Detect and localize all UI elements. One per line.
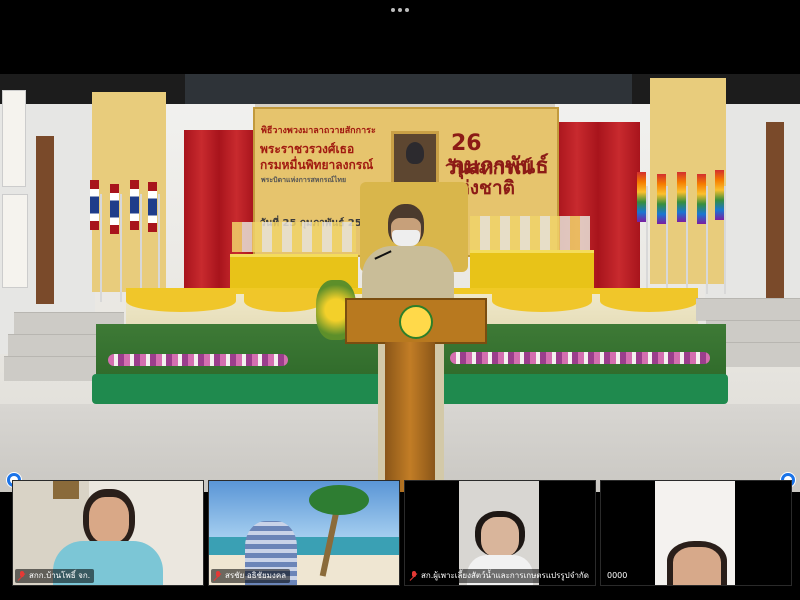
speaker-body [362,246,454,306]
right-stairs [716,342,800,367]
participant-face [673,547,721,585]
sky-background [209,481,399,541]
right-door [766,122,784,298]
ceiling-beam [185,74,632,104]
participant-tile-3[interactable]: สก.ผู้เพาะเลี้ยงสัตว์น้ำและการเกษตรแปรรู… [404,480,596,586]
left-offerings [232,222,356,252]
cooperative-flag [677,172,686,222]
cooperative-emblem-icon [399,305,433,339]
participant-name: สกก.บ้านโพธิ์ จก. [29,571,91,580]
cooperative-flag [657,174,666,224]
participant-name: สก.ผู้เพาะเลี้ยงสัตว์น้ำและการเกษตรแปรรู… [421,571,589,580]
participant-name: 0000 [607,571,628,580]
cooperative-flag [715,170,724,220]
cooperative-flag [697,174,706,224]
thai-flag [130,180,139,230]
left-door [36,136,54,304]
participant-name-label: สรชัย อธิชัยมงคล [211,569,291,583]
palm-leaves [309,485,369,515]
mic-off-icon [18,571,26,581]
banner-line2: พระราชวรวงศ์เธอ [260,142,355,156]
flowers [108,354,288,366]
participant-name-label: สกก.บ้านโพธิ์ จก. [15,569,95,583]
left-stairs [4,356,104,381]
face-mask [392,230,420,246]
flag-pole [140,194,142,302]
participant-tile-1[interactable]: สกก.บ้านโพธิ์ จก. [12,480,204,586]
stage-drape [492,290,592,312]
sea-background [209,537,399,557]
flag-pole [646,186,648,294]
stage-drape [126,290,236,312]
flag-pole [120,194,122,302]
more-options-icon[interactable] [388,4,412,16]
wall-picture [53,481,79,499]
participant-name-label: 0000 [603,569,631,583]
flag-pole [706,186,708,294]
participant-face [89,497,129,543]
mic-off-icon [410,571,418,581]
stage-drape [600,290,698,312]
flowers [450,352,710,364]
royal-portrait [391,131,439,187]
flag-pole [158,194,160,302]
right-offerings [470,216,590,250]
flag-pole [100,194,102,302]
wall-notice-board [2,194,28,288]
main-speaker-video[interactable]: พิธีวางพวงมาลาถวายสักการะ พระราชวรวงศ์เธ… [0,74,800,494]
banner-line3: กรมหมื่นพิทยาลงกรณ์ [260,158,374,172]
thai-flag [148,182,157,232]
podium-stand [385,342,435,494]
flag-pole [724,186,726,294]
participant-name-label: สก.ผู้เพาะเลี้ยงสัตว์น้ำและการเกษตรแปรรู… [407,569,593,583]
flag-pole [666,186,668,294]
banner-line1: พิธีวางพวงมาลาถวายสักการะ [261,126,376,136]
participant-tile-2[interactable]: สรชัย อธิชัยมงคล [208,480,400,586]
thai-flag [90,180,99,230]
participant-name: สรชัย อธิชัยมงคล [225,571,287,580]
mic-off-icon [214,571,222,581]
podium [345,298,487,344]
thai-flag [110,184,119,234]
wall-notice-board [2,90,26,187]
participant-face [481,517,519,557]
flag-pole [686,186,688,294]
cooperative-flag [637,172,646,222]
participant-tile-4[interactable]: 0000 [600,480,792,586]
right-stairs [696,298,800,321]
stage-drape [244,290,324,312]
banner-line4: พระบิดาแห่งการสหกรณ์ไทย [261,176,347,184]
